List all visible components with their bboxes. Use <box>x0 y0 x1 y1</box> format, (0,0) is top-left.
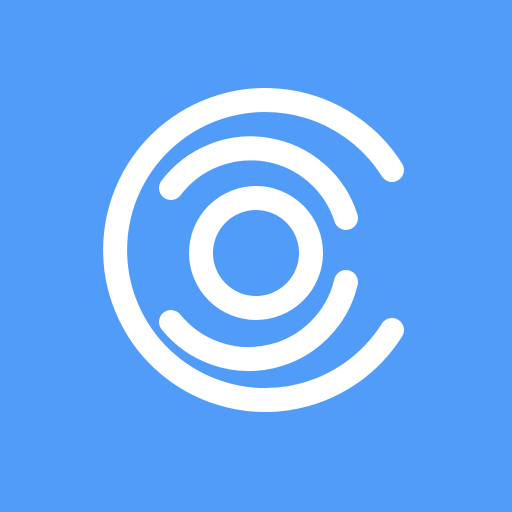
icon-background <box>0 0 512 512</box>
app-icon-tile <box>0 0 512 512</box>
concentric-rings-logo-icon <box>0 0 512 512</box>
